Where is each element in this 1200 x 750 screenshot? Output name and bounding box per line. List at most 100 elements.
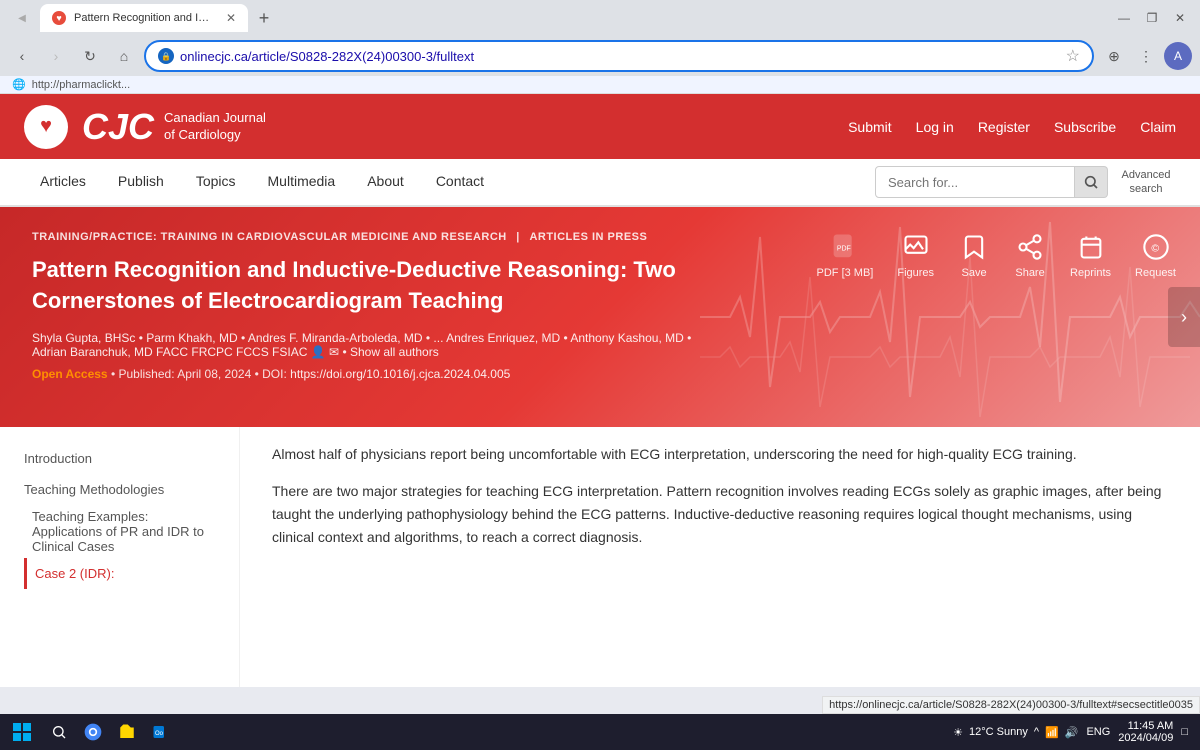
browser-chrome: ◀ ♥ Pattern Recognition and Induc... ✕ +… xyxy=(0,0,1200,94)
taskbar-clock: 11:45 AM 2024/04/09 xyxy=(1118,720,1173,744)
breadcrumb-part2[interactable]: ARTICLES IN PRESS xyxy=(529,231,647,243)
authors-line: Shyla Gupta, BHSc • Parm Khakh, MD • And… xyxy=(32,331,712,359)
nav-publish[interactable]: Publish xyxy=(102,158,180,206)
author-bullet: • xyxy=(564,331,568,345)
sidebar-item-introduction[interactable]: Introduction xyxy=(24,443,215,474)
header-claim-link[interactable]: Claim xyxy=(1140,119,1176,135)
sidebar-examples-label: Teaching Examples: Applications of PR an… xyxy=(32,509,204,554)
main-content: Almost half of physicians report being u… xyxy=(240,427,1200,687)
logo-icon: ♥ xyxy=(24,105,68,149)
sidebar-item-case2[interactable]: Case 2 (IDR): xyxy=(24,558,215,589)
pdf-action[interactable]: PDF PDF [3 MB] xyxy=(817,231,874,279)
new-tab-button[interactable]: + xyxy=(252,6,276,30)
content-area: Introduction Teaching Methodologies Teac… xyxy=(0,427,1200,687)
show-all-authors-link[interactable]: Show all authors xyxy=(350,345,439,359)
search-button[interactable] xyxy=(1075,166,1108,198)
pdf-icon: PDF xyxy=(829,231,861,263)
request-label: Request xyxy=(1135,267,1176,279)
outlook-icon: Oo xyxy=(152,723,170,741)
tab-close-button[interactable]: ✕ xyxy=(226,11,236,25)
browser-toolbar: ‹ › ↻ ⌂ 🔒 onlinecjc.ca/article/S0828-282… xyxy=(0,36,1200,76)
taskbar-files-icon[interactable] xyxy=(112,718,142,746)
tab-back-btn[interactable]: ◀ xyxy=(8,4,36,32)
content-para-1: Almost half of physicians report being u… xyxy=(272,443,1168,466)
header-login-link[interactable]: Log in xyxy=(916,119,954,135)
address-text[interactable]: onlinecjc.ca/article/S0828-282X(24)00300… xyxy=(180,49,1060,64)
nav-multimedia[interactable]: Multimedia xyxy=(252,158,352,206)
profile-button[interactable]: A xyxy=(1164,42,1192,70)
author-enriquez[interactable]: Andres Enriquez, MD xyxy=(446,331,560,345)
share-label: Share xyxy=(1015,267,1044,279)
author-bullet2: • xyxy=(687,331,691,345)
volume-icon: 🔊 xyxy=(1065,726,1079,739)
figures-action[interactable]: Figures xyxy=(897,231,934,279)
sidebar-item-teaching-methodologies[interactable]: Teaching Methodologies xyxy=(24,474,215,505)
search-icon xyxy=(1083,174,1099,190)
network-icon: 📶 xyxy=(1045,726,1059,739)
header-subscribe-link[interactable]: Subscribe xyxy=(1054,119,1116,135)
header-register-link[interactable]: Register xyxy=(978,119,1030,135)
author-kashou[interactable]: Anthony Kashou, MD xyxy=(570,331,683,345)
save-action[interactable]: Save xyxy=(958,231,990,279)
figures-icon xyxy=(900,231,932,263)
nav-contact[interactable]: Contact xyxy=(420,158,500,206)
logo-title-line2: of Cardiology xyxy=(164,127,266,144)
author-baranchuk[interactable]: Adrian Baranchuk, MD FACC FRCPC FCCS FSI… xyxy=(32,345,307,359)
maximize-button[interactable]: ❐ xyxy=(1140,6,1164,30)
breadcrumb-part1: TRAINING/PRACTICE: TRAINING IN CARDIOVAS… xyxy=(32,231,507,243)
start-button[interactable] xyxy=(4,718,40,746)
sidebar-item-teaching-examples[interactable]: Teaching Examples: Applications of PR an… xyxy=(24,505,215,558)
figures-label: Figures xyxy=(897,267,934,279)
weather-text: 12°C Sunny xyxy=(969,726,1028,738)
nav-articles[interactable]: Articles xyxy=(24,158,102,206)
chevron-up-icon[interactable]: ^ xyxy=(1034,726,1039,738)
reprints-label: Reprints xyxy=(1070,267,1111,279)
request-action[interactable]: © Request xyxy=(1135,231,1176,279)
reprints-icon xyxy=(1075,231,1107,263)
hero-next-arrow[interactable]: › xyxy=(1168,287,1200,347)
logo-cjc-text[interactable]: CJC xyxy=(82,106,154,148)
doi-link[interactable]: https://doi.org/10.1016/j.cjca.2024.04.0… xyxy=(290,367,510,381)
search-area: Advanced search xyxy=(875,166,1176,198)
extensions-button[interactable]: ⊕ xyxy=(1100,42,1128,70)
article-title: Pattern Recognition and Inductive-Deduct… xyxy=(32,255,712,317)
nav-bar: Articles Publish Topics Multimedia About… xyxy=(0,159,1200,207)
pdf-label: PDF [3 MB] xyxy=(817,267,874,279)
taskbar: Oo ☀ 12°C Sunny ^ 📶 🔊 ENG 11:45 AM 2024/… xyxy=(0,714,1200,750)
reprints-action[interactable]: Reprints xyxy=(1070,231,1111,279)
header-submit-link[interactable]: Submit xyxy=(848,119,892,135)
taskbar-outlook-icon[interactable]: Oo xyxy=(146,718,176,746)
home-button[interactable]: ⌂ xyxy=(110,42,138,70)
advanced-search-link[interactable]: Advanced search xyxy=(1116,168,1176,197)
browser-tab[interactable]: ♥ Pattern Recognition and Induc... ✕ xyxy=(40,4,248,32)
sidebar-teaching-label: Teaching Methodologies xyxy=(24,482,164,497)
minimize-button[interactable]: — xyxy=(1112,6,1136,30)
bookmark-star-icon[interactable]: ☆ xyxy=(1066,46,1080,66)
nav-about[interactable]: About xyxy=(351,158,420,206)
forward-button[interactable]: › xyxy=(42,42,70,70)
search-taskbar-icon xyxy=(51,724,67,740)
refresh-button[interactable]: ↻ xyxy=(76,42,104,70)
nav-topics[interactable]: Topics xyxy=(180,158,252,206)
extension-hint: http://pharmaclickt... xyxy=(32,79,130,91)
taskbar-search-icon[interactable] xyxy=(44,718,74,746)
address-bar[interactable]: 🔒 onlinecjc.ca/article/S0828-282X(24)003… xyxy=(144,40,1094,72)
open-access-badge: Open Access xyxy=(32,367,108,381)
files-icon xyxy=(118,723,136,741)
search-input[interactable] xyxy=(875,166,1075,198)
toolbar-actions: ⊕ ⋮ A xyxy=(1100,42,1192,70)
svg-text:Oo: Oo xyxy=(155,731,164,737)
browser-menu-button[interactable]: ⋮ xyxy=(1132,42,1160,70)
close-button[interactable]: ✕ xyxy=(1168,6,1192,30)
logo-title-line1: Canadian Journal xyxy=(164,110,266,127)
windows-logo-icon xyxy=(13,723,31,741)
share-action[interactable]: Share xyxy=(1014,231,1046,279)
taskbar-chrome-icon[interactable] xyxy=(78,718,108,746)
header-right-nav: Submit Log in Register Subscribe Claim xyxy=(848,119,1176,135)
weather-icon: ☀ xyxy=(953,726,963,739)
browser-titlebar: ◀ ♥ Pattern Recognition and Induc... ✕ +… xyxy=(0,0,1200,36)
back-button[interactable]: ‹ xyxy=(8,42,36,70)
share-icon xyxy=(1014,231,1046,263)
notification-icon[interactable]: □ xyxy=(1181,726,1188,738)
logo-text-block: Canadian Journal of Cardiology xyxy=(164,110,266,144)
